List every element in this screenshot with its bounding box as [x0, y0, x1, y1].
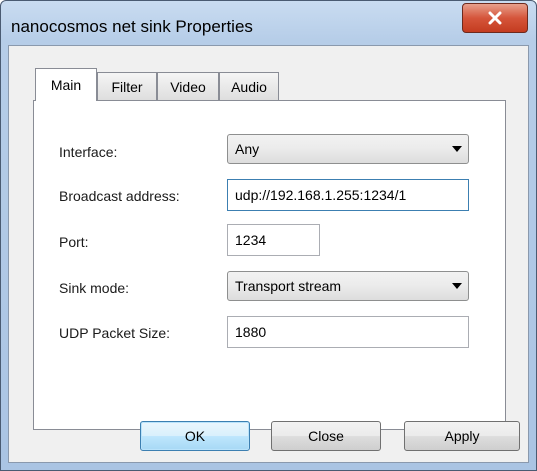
close-icon [488, 11, 502, 25]
title-bar[interactable]: nanocosmos net sink Properties [1, 1, 536, 45]
close-button[interactable]: Close [271, 421, 381, 451]
interface-select[interactable]: Any [227, 134, 469, 164]
interface-selected-value: Any [235, 141, 260, 157]
port-label: Port: [59, 234, 89, 250]
ok-button[interactable]: OK [140, 421, 250, 451]
tab-main[interactable]: Main [35, 68, 97, 101]
properties-dialog: nanocosmos net sink Properties Main Filt… [0, 0, 537, 471]
tab-audio[interactable]: Audio [219, 72, 279, 100]
sink-mode-selected-value: Transport stream [235, 278, 342, 294]
udp-packet-size-label: UDP Packet Size: [59, 325, 171, 341]
main-tab-panel: Interface: Any Broadcast address: udp://… [33, 100, 506, 430]
broadcast-address-label: Broadcast address: [59, 188, 180, 204]
dialog-client-area: Main Filter Video Audio Interface: Any B… [8, 45, 529, 463]
udp-packet-size-input[interactable]: 1880 [227, 316, 469, 348]
sink-mode-select[interactable]: Transport stream [227, 271, 469, 301]
tab-video[interactable]: Video [157, 72, 219, 100]
interface-label: Interface: [59, 144, 118, 160]
window-close-button[interactable] [462, 3, 528, 33]
window-title: nanocosmos net sink Properties [11, 17, 253, 36]
dropdown-arrow-icon [446, 283, 468, 289]
apply-button[interactable]: Apply [404, 421, 520, 451]
sink-mode-label: Sink mode: [59, 280, 130, 296]
tab-filter[interactable]: Filter [97, 72, 157, 100]
broadcast-address-input[interactable]: udp://192.168.1.255:1234/1 [227, 179, 469, 211]
dropdown-arrow-icon [446, 146, 468, 152]
port-input[interactable]: 1234 [227, 224, 320, 256]
